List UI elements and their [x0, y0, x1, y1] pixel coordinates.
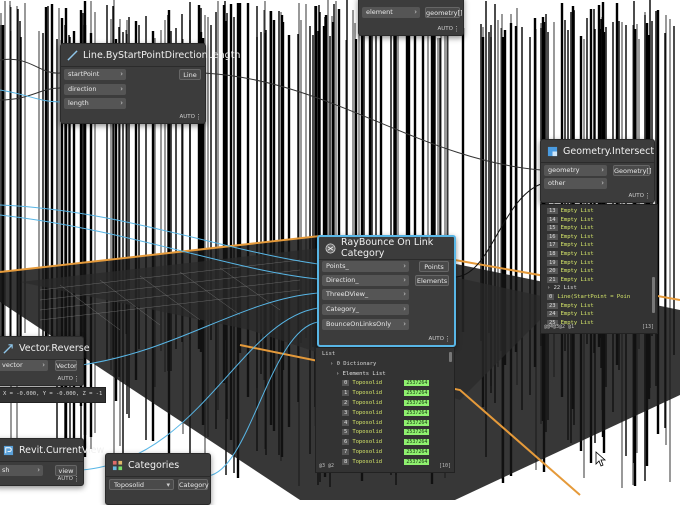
input-port-element[interactable]: element ›	[362, 7, 420, 18]
lacing-footer: AUTO ⋮	[179, 113, 202, 121]
lacing-footer: AUTO ⋮	[57, 375, 80, 383]
lacing-footer: AUTO ⋮	[428, 335, 451, 343]
input-port-direction[interactable]: direction ›	[64, 84, 126, 95]
preview-scrollbar[interactable]	[449, 352, 452, 362]
more-icon: ⋮	[73, 375, 80, 383]
list-item: 18 Empty List	[547, 251, 594, 257]
output-port-elements[interactable]: Elements	[415, 275, 449, 286]
node-title: Categories	[128, 459, 180, 471]
intersect-preview-panel[interactable]: 13 Empty List 14 Empty List 15 Empty List 16 Em…	[540, 204, 658, 334]
line-node-icon	[67, 49, 78, 61]
input-port-startpoint[interactable]: startPoint ›	[64, 69, 126, 80]
list-item: 0 Line(StartPoint = Poin	[547, 294, 631, 300]
list-item: 14 Empty List	[547, 216, 594, 223]
element-row: 2 Toposolid 2537264	[342, 400, 430, 406]
node-header[interactable]: Line.ByStartPointDirectionLength	[61, 44, 240, 67]
node-element-geometry[interactable]: element › geometry[] AUTO ⋮	[358, 0, 464, 36]
node-vector-reverse[interactable]: Vector.Reverse vector › Vector AUTO ⋮	[0, 336, 90, 386]
element-row: 6 Toposolid 2537264	[342, 439, 430, 446]
preview-scrollbar[interactable]	[652, 277, 655, 313]
input-port-threedview[interactable]: ThreeDView_ ›	[322, 289, 409, 300]
categories-node-icon	[112, 460, 123, 470]
revit-node-icon	[3, 445, 14, 455]
node-title: Revit.CurrentView	[19, 444, 105, 456]
list-item: 21 Empty List	[547, 276, 594, 283]
more-icon: ⋮	[73, 475, 80, 483]
lacing-footer: AUTO ⋮	[437, 25, 460, 33]
output-port-geometry-list[interactable]: Geometry[]	[613, 165, 651, 176]
output-port-vector[interactable]: Vector	[55, 360, 77, 371]
list-item: 20 Empty List	[547, 268, 594, 275]
custom-node-icon	[325, 243, 336, 253]
node-title: Geometry.Intersect	[563, 145, 655, 157]
input-port-category[interactable]: Category_ ›	[322, 304, 409, 315]
output-port-points[interactable]: Points	[419, 261, 449, 272]
input-port-length[interactable]: length ›	[64, 98, 126, 109]
output-port-geometry[interactable]: geometry[]	[425, 7, 463, 18]
output-port-line[interactable]: Line	[179, 69, 201, 80]
chevron-down-icon: ▾	[166, 481, 170, 489]
more-icon: ⋮	[444, 335, 451, 343]
more-icon: ⋮	[644, 192, 651, 200]
list-item: 13 Empty List	[547, 208, 594, 214]
element-row: 1 Toposolid 2537264	[342, 390, 430, 397]
element-row: 3 Toposolid 2537264	[342, 409, 430, 416]
list-item: 24 Empty List	[547, 311, 594, 318]
input-port-points[interactable]: Points_ ›	[322, 261, 409, 272]
lacing-footer: AUTO ⋮	[628, 192, 651, 200]
cursor-icon	[595, 451, 607, 467]
more-icon: ⋮	[195, 113, 202, 121]
node-header[interactable]: Categories	[106, 454, 210, 477]
list-item: 19 Empty List	[547, 259, 594, 266]
more-icon: ⋮	[453, 25, 460, 33]
preview-list-header: List	[322, 351, 336, 357]
element-row: 0 Toposolid 2537264	[342, 380, 430, 387]
list-item: 17 Empty List	[547, 242, 594, 249]
geometry-node-icon	[547, 146, 558, 156]
category-dropdown[interactable]: Toposolid ▾	[109, 479, 174, 490]
sublist-header: › 22 List	[547, 285, 577, 292]
raybounce-preview-panel[interactable]: List › 0 Dictionary › Elements List 0 Toposo…	[315, 347, 455, 473]
node-header[interactable]: Revit.CurrentView	[0, 439, 104, 462]
node-geometry-intersect[interactable]: Geometry.Intersect geometry › other › Geom…	[540, 139, 655, 203]
elements-list-label: › Elements List	[336, 370, 386, 377]
node-title: Vector.Reverse	[19, 342, 90, 354]
vector-node-icon	[3, 343, 13, 354]
preview-footer: @3 @2 [10]	[319, 463, 451, 469]
element-row: 7 Toposolid 2537264	[342, 449, 430, 455]
node-header[interactable]: Geometry.Intersect	[541, 140, 654, 163]
node-line-by-start-point[interactable]: Line.ByStartPointDirectionLength startPo…	[60, 43, 240, 124]
dictionary-label: › 0 Dictionary	[330, 360, 377, 367]
connector-wire[interactable]	[451, 183, 542, 278]
node-categories[interactable]: Categories Toposolid ▾ Category	[105, 453, 211, 505]
vector-preview-panel[interactable]: X = -0.000, Y = -0.000, Z = -1	[0, 387, 106, 403]
list-item: 23 Empty List	[547, 302, 594, 309]
input-port-direction[interactable]: Direction_ ›	[322, 275, 409, 286]
node-revit-current-view[interactable]: Revit.CurrentView sh › view AUTO ⋮	[0, 438, 104, 486]
element-row: 5 Toposolid 2537264	[342, 429, 430, 436]
node-header[interactable]: Vector.Reverse	[0, 337, 90, 360]
node-title: RayBounce On Link Category	[341, 237, 434, 259]
node-raybounce-on-link-category[interactable]: RayBounce On Link Category Points_ › Dire…	[317, 235, 456, 347]
preview-footer: @@4@3@2 @1 [13]	[544, 324, 654, 330]
element-row: 4 Toposolid 2537264	[342, 419, 430, 426]
input-port-other[interactable]: other ›	[544, 178, 607, 189]
output-port-category[interactable]: Category	[178, 479, 209, 490]
input-port-bounce-on-links-only[interactable]: BounceOnLinksOnly ›	[322, 319, 409, 330]
vector-preview-value: X = -0.000, Y = -0.000, Z = -1	[3, 391, 103, 397]
node-header[interactable]: RayBounce On Link Category	[319, 237, 454, 260]
input-port-geometry[interactable]: geometry ›	[544, 165, 607, 176]
node-title: Line.ByStartPointDirectionLength	[83, 49, 241, 61]
list-item: 15 Empty List	[547, 225, 594, 232]
input-port-vector[interactable]: vector ›	[0, 360, 48, 371]
list-item: 16 Empty List	[547, 233, 594, 240]
lacing-footer: AUTO ⋮	[57, 475, 80, 483]
